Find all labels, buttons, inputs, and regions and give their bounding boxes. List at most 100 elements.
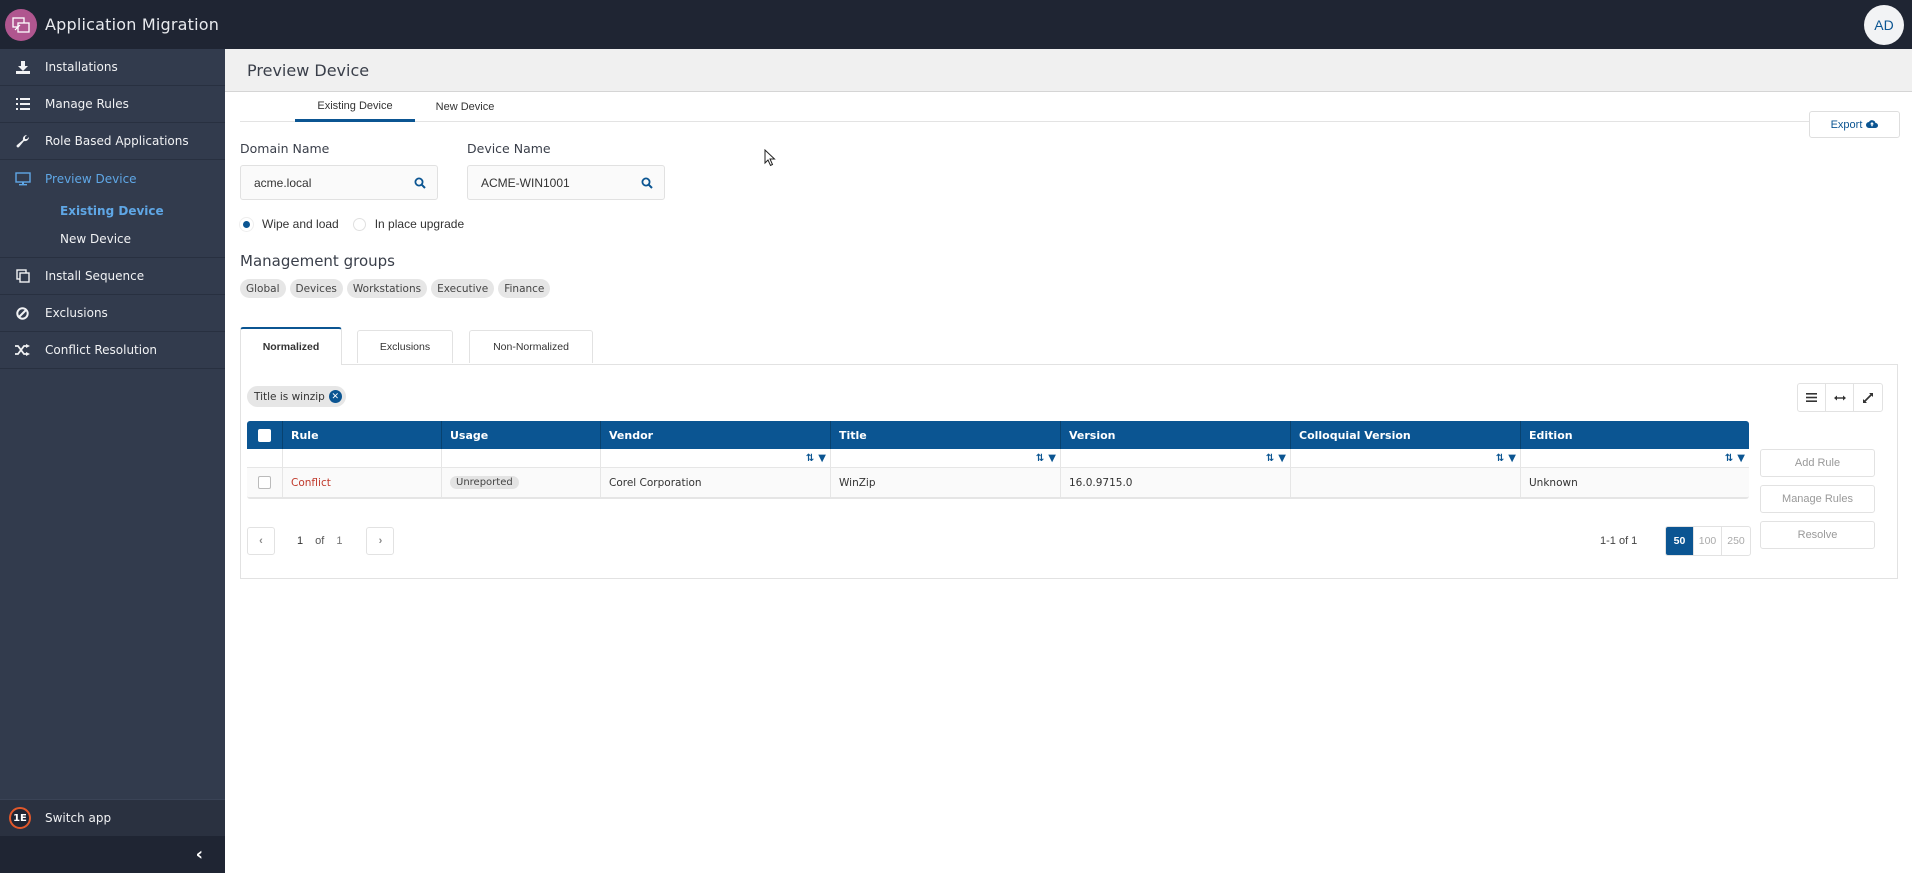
sidebar-subitem-new-device[interactable]: New Device <box>0 225 225 253</box>
column-header-edition[interactable]: Edition <box>1521 421 1749 449</box>
tab-exclusions[interactable]: Exclusions <box>357 330 453 363</box>
select-all-checkbox[interactable] <box>258 428 271 442</box>
sort-icon[interactable]: ⇅ <box>1266 453 1274 464</box>
management-groups-title: Management groups <box>240 252 395 270</box>
page-size-50[interactable]: 50 <box>1666 527 1694 555</box>
sidebar-item-conflict-resolution[interactable]: Conflict Resolution <box>0 332 225 369</box>
switch-app-button[interactable]: 1E Switch app <box>0 799 225 836</box>
next-page-button[interactable]: › <box>366 527 395 555</box>
1e-logo-icon: 1E <box>9 807 31 829</box>
rule-link[interactable]: Conflict <box>291 477 331 489</box>
filter-icon[interactable]: ▼ <box>1737 453 1745 464</box>
copy-icon <box>0 269 45 283</box>
chevron-left-icon: ‹ <box>259 535 263 547</box>
radio-label: In place upgrade <box>374 217 465 231</box>
device-tabs: Existing Device New Device <box>240 92 1880 122</box>
remove-filter-icon[interactable]: ✕ <box>328 390 342 403</box>
search-icon[interactable] <box>403 177 437 189</box>
manage-rules-button[interactable]: Manage Rules <box>1760 485 1875 513</box>
sidebar-item-manage-rules[interactable]: Manage Rules <box>0 86 225 123</box>
expand-icon[interactable] <box>1854 384 1882 411</box>
page-size-100[interactable]: 100 <box>1694 527 1722 555</box>
sort-icon[interactable]: ⇅ <box>1725 453 1733 464</box>
domain-name-field[interactable]: acme.local <box>240 165 438 200</box>
user-avatar[interactable]: AD <box>1864 5 1904 45</box>
sidebar-item-exclusions[interactable]: Exclusions <box>0 295 225 332</box>
results-table: Rule Usage Vendor Title Version Colloqui… <box>247 421 1749 499</box>
page-of-label: of <box>315 535 325 547</box>
density-icon[interactable] <box>1798 384 1826 411</box>
chevron-left-icon: ‹ <box>195 844 203 865</box>
filter-icon[interactable]: ▼ <box>1508 453 1516 464</box>
previous-page-button[interactable]: ‹ <box>247 527 275 555</box>
migration-type-radios: Wipe and load In place upgrade <box>240 217 464 231</box>
column-header-vendor[interactable]: Vendor <box>601 421 831 449</box>
cloud-upload-icon <box>1866 119 1879 131</box>
export-button[interactable]: Export <box>1809 111 1900 138</box>
row-checkbox[interactable] <box>258 476 271 489</box>
device-name-field[interactable]: ACME-WIN1001 <box>467 165 665 200</box>
mouse-cursor-icon <box>764 148 776 171</box>
device-name-label: Device Name <box>467 141 551 156</box>
sidebar-item-preview-device[interactable]: Preview Device <box>0 160 225 197</box>
results-tabs: Normalized Exclusions Non-Normalized <box>240 327 1898 365</box>
page-title: Preview Device <box>225 49 1912 92</box>
view-options <box>1797 383 1883 412</box>
current-page: 1 <box>297 535 304 547</box>
column-header-usage[interactable]: Usage <box>442 421 601 449</box>
filter-icon[interactable]: ▼ <box>1048 453 1056 464</box>
tab-new-device[interactable]: New Device <box>415 92 515 122</box>
collapse-sidebar-button[interactable]: ‹ <box>0 836 225 873</box>
app-logo-icon <box>5 8 37 41</box>
download-icon <box>0 60 45 74</box>
top-bar: Application Migration AD <box>0 0 1912 49</box>
add-rule-button[interactable]: Add Rule <box>1760 449 1875 477</box>
sidebar-item-label: Exclusions <box>45 306 108 320</box>
radio-wipe-and-load[interactable] <box>240 217 253 231</box>
table-row[interactable]: Conflict Unreported Corel Corporation Wi… <box>247 468 1749 497</box>
fit-width-icon[interactable] <box>1826 384 1854 411</box>
vendor-cell: Corel Corporation <box>601 468 831 497</box>
sidebar-subitem-existing-device[interactable]: Existing Device <box>0 197 225 225</box>
radio-in-place-upgrade[interactable] <box>352 217 366 231</box>
results-panel: Title is winzip ✕ Rule Usage Vendor Titl… <box>240 364 1898 579</box>
sort-icon[interactable]: ⇅ <box>806 453 814 464</box>
filter-icon[interactable]: ▼ <box>1278 453 1286 464</box>
device-name-value: ACME-WIN1001 <box>481 175 570 190</box>
column-header-colloquial-version[interactable]: Colloquial Version <box>1291 421 1521 449</box>
table-header: Rule Usage Vendor Title Version Colloqui… <box>247 421 1749 449</box>
domain-name-label: Domain Name <box>240 141 330 156</box>
filter-icon[interactable]: ▼ <box>818 453 826 464</box>
shuffle-icon <box>0 344 45 356</box>
management-groups-list: Global Devices Workstations Executive Fi… <box>240 279 551 298</box>
rule-actions: Add Rule Manage Rules Resolve <box>1760 449 1875 549</box>
management-group-chip: Devices <box>289 279 343 298</box>
column-header-rule[interactable]: Rule <box>283 421 442 449</box>
management-group-chip: Finance <box>498 279 551 298</box>
resolve-button[interactable]: Resolve <box>1760 521 1875 549</box>
column-header-version[interactable]: Version <box>1061 421 1291 449</box>
sidebar-item-label: Install Sequence <box>45 269 145 283</box>
sidebar-item-label: Preview Device <box>45 171 137 186</box>
result-range: 1-1 of 1 <box>1600 535 1638 547</box>
page-size-250[interactable]: 250 <box>1722 527 1750 555</box>
sidebar-item-label: Installations <box>45 60 118 74</box>
management-group-chip: Executive <box>431 279 495 298</box>
title-cell: WinZip <box>831 468 1061 497</box>
sidebar-item-installations[interactable]: Installations <box>0 49 225 86</box>
tab-non-normalized[interactable]: Non-Normalized <box>469 330 593 363</box>
ban-icon <box>0 306 45 320</box>
tab-existing-device[interactable]: Existing Device <box>295 92 415 122</box>
sort-icon[interactable]: ⇅ <box>1036 453 1044 464</box>
version-cell: 16.0.9715.0 <box>1061 468 1291 497</box>
search-icon[interactable] <box>630 177 664 189</box>
column-header-title[interactable]: Title <box>831 421 1061 449</box>
sidebar-item-install-sequence[interactable]: Install Sequence <box>0 258 225 295</box>
domain-name-value: acme.local <box>254 175 312 190</box>
sort-icon[interactable]: ⇅ <box>1496 453 1504 464</box>
wrench-icon <box>0 134 45 148</box>
sidebar-item-role-based-applications[interactable]: Role Based Applications <box>0 123 225 160</box>
pagination: ‹ 1 of 1 › <box>247 527 395 555</box>
sidebar: Installations Manage Rules Role Based Ap… <box>0 49 225 873</box>
tab-normalized[interactable]: Normalized <box>240 327 342 365</box>
